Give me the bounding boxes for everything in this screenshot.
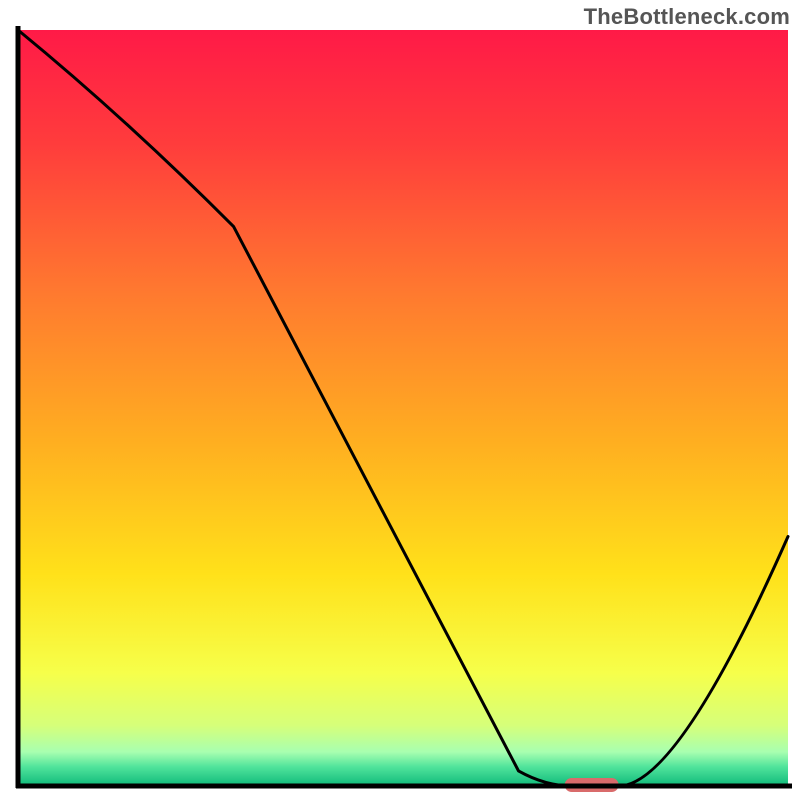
gradient-background — [18, 30, 788, 786]
bottleneck-chart — [0, 0, 800, 800]
chart-container: TheBottleneck.com — [0, 0, 800, 800]
watermark-text: TheBottleneck.com — [584, 4, 790, 30]
